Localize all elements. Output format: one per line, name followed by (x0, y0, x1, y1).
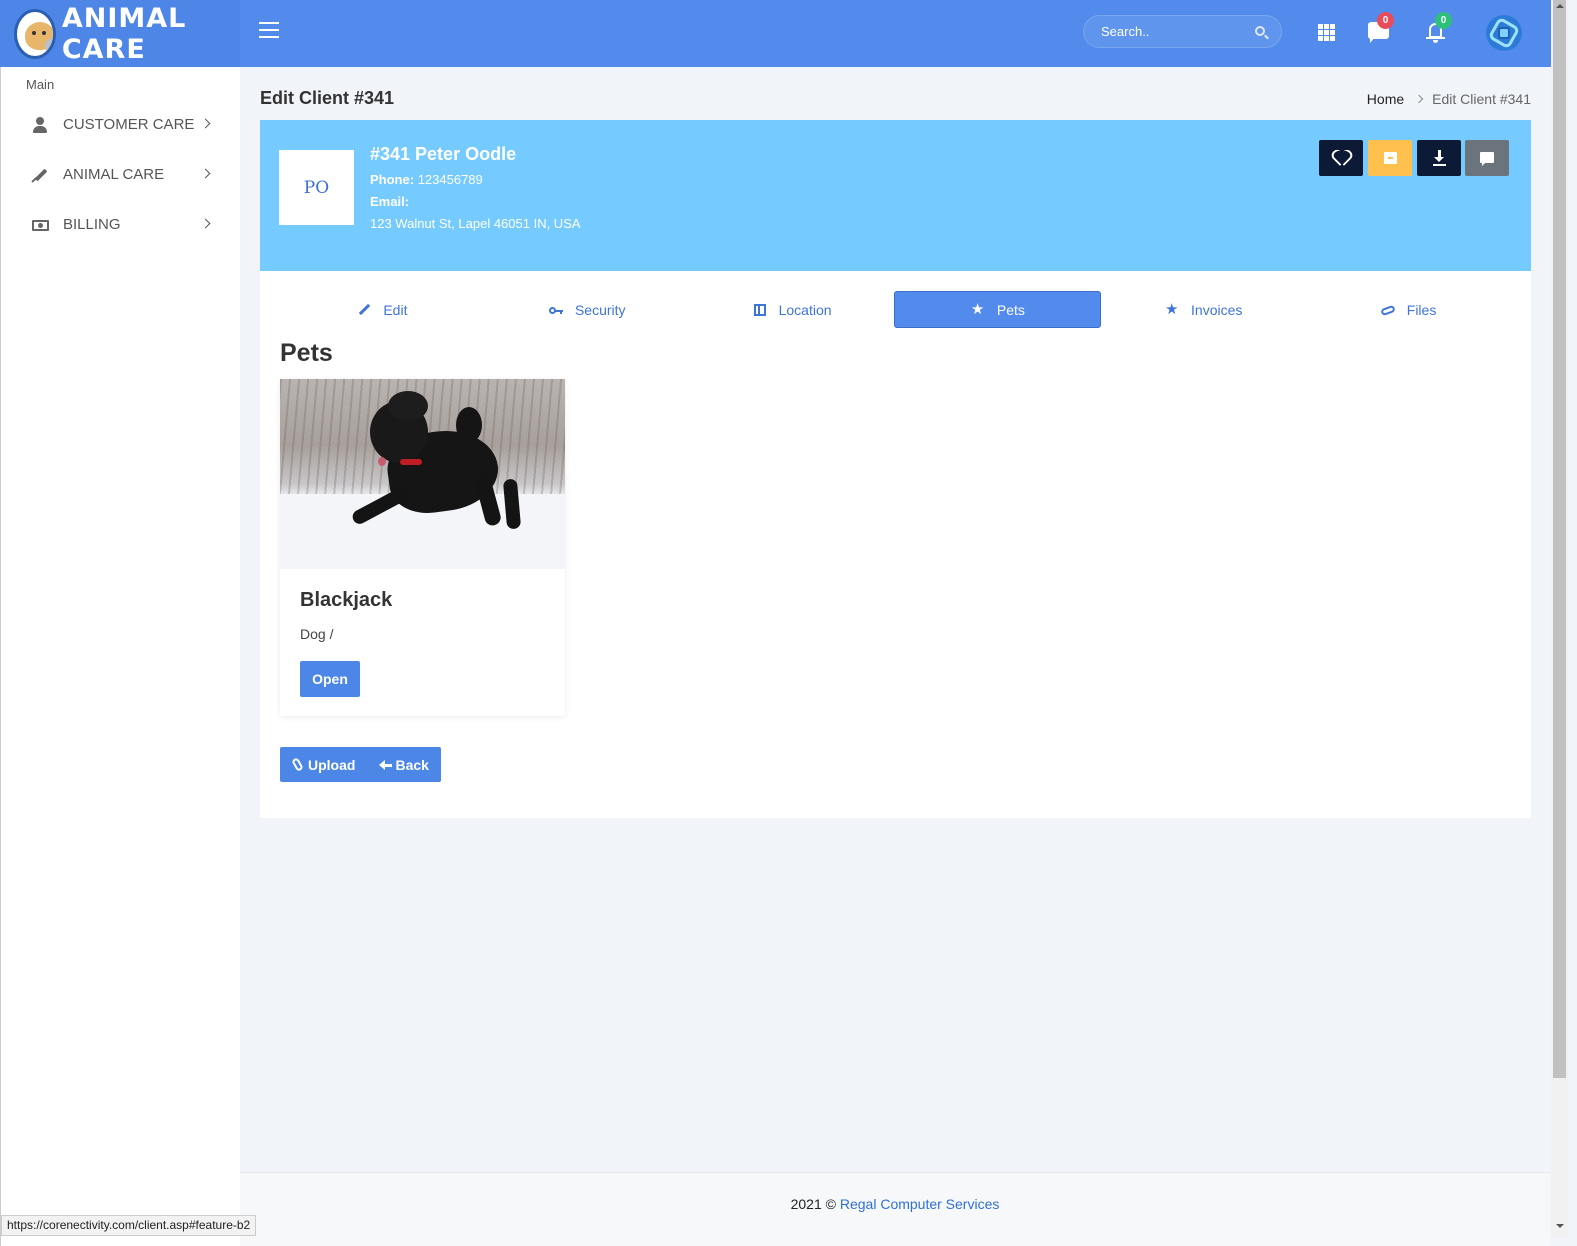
page-title: Edit Client #341 (260, 88, 395, 108)
vertical-scrollbar[interactable] (1551, 0, 1568, 1238)
key-icon (548, 303, 563, 317)
archive-button[interactable] (1368, 140, 1412, 176)
sidebar-section-label: Main (26, 77, 55, 92)
scrollbar-thumb[interactable] (1553, 0, 1566, 1078)
tab-label: Files (1406, 301, 1437, 318)
chevron-right-icon (1414, 94, 1424, 104)
apps-grid-icon[interactable] (1318, 24, 1335, 41)
client-content-card: Edit Security Location ★ Pets ★ Invoices… (260, 271, 1531, 818)
client-tabs: Edit Security Location ★ Pets ★ Invoices… (280, 291, 1511, 328)
menu-toggle-icon[interactable] (259, 22, 279, 38)
scroll-up-arrow-icon[interactable] (1556, 4, 1564, 8)
tab-edit[interactable]: Edit (280, 291, 485, 328)
tab-location[interactable]: Location (690, 291, 895, 328)
comment-button[interactable] (1465, 140, 1509, 176)
copyright-text: 2021 © (790, 1196, 840, 1212)
phone-value: 123456789 (417, 172, 483, 187)
tab-label: Security (574, 301, 626, 318)
archive-icon (1384, 152, 1397, 164)
search-input[interactable] (1084, 16, 1244, 47)
brand-logo[interactable]: ANIMAL CARE (0, 0, 240, 67)
messages-count-badge: 0 (1377, 12, 1394, 29)
pet-photo (280, 379, 565, 569)
upload-button[interactable]: Upload (280, 747, 367, 782)
paperclip-icon (291, 756, 304, 772)
client-initials-avatar: PO (279, 150, 354, 225)
tab-security[interactable]: Security (485, 291, 690, 328)
star-icon: ★ (1165, 300, 1179, 318)
sidebar-item-animal-care[interactable]: ANIMAL CARE (1, 155, 241, 195)
pet-name: Blackjack (300, 589, 393, 611)
tab-label: Pets (996, 301, 1025, 318)
arrow-left-icon (379, 758, 393, 772)
action-button-group: Upload Back (280, 747, 441, 782)
top-navbar: ANIMAL CARE 0 0 (0, 0, 1557, 67)
syringe-icon (31, 167, 48, 183)
tab-label: Location (778, 301, 832, 318)
tab-label: Invoices (1191, 301, 1243, 318)
paperclip-icon (1379, 303, 1396, 317)
sidebar-item-customer-care[interactable]: CUSTOMER CARE (1, 105, 241, 145)
search-box (1083, 15, 1282, 48)
status-bar-url: https://corenectivity.com/client.asp#fea… (1, 1215, 257, 1236)
pet-logo-icon (14, 8, 56, 59)
back-label: Back (395, 756, 429, 773)
client-address: 123 Walnut St, Lapel 46051 IN, USA (370, 216, 581, 231)
star-icon: ★ (970, 300, 985, 318)
upload-label: Upload (308, 756, 356, 773)
chevron-right-icon (200, 168, 211, 179)
chevron-right-icon (200, 218, 211, 229)
client-banner: PO #341 Peter Oodle Phone: 123456789 Ema… (260, 120, 1531, 271)
breadcrumb-current: Edit Client #341 (1432, 91, 1531, 107)
heart-icon (1333, 151, 1349, 165)
company-link[interactable]: Regal Computer Services (840, 1196, 1000, 1212)
scroll-down-arrow-icon[interactable] (1556, 1224, 1564, 1228)
client-phone: Phone: 123456789 (370, 172, 483, 187)
download-button[interactable] (1417, 140, 1461, 176)
breadcrumb: Home Edit Client #341 (1367, 91, 1531, 107)
pets-heading: Pets (280, 339, 333, 367)
sidebar: Main CUSTOMER CARE ANIMAL CARE BILLING (0, 67, 240, 1246)
pet-species: Dog / (300, 626, 334, 642)
money-icon (32, 217, 49, 233)
tab-invoices[interactable]: ★ Invoices (1101, 291, 1306, 328)
search-icon[interactable] (1255, 26, 1265, 36)
tab-label: Edit (383, 301, 408, 318)
notifications-count-badge: 0 (1435, 12, 1452, 29)
email-label: Email: (370, 194, 410, 209)
tab-pets[interactable]: ★ Pets (894, 291, 1102, 328)
sidebar-item-label: ANIMAL CARE (63, 166, 165, 183)
favorite-button[interactable] (1319, 140, 1363, 176)
open-pet-button[interactable]: Open (300, 661, 360, 697)
sidebar-item-label: CUSTOMER CARE (63, 116, 195, 133)
client-name: #341 Peter Oodle (370, 144, 517, 164)
brand-name: ANIMAL CARE (61, 2, 187, 65)
chevron-right-icon (200, 118, 211, 129)
sidebar-item-billing[interactable]: BILLING (1, 205, 241, 245)
phone-label: Phone: (370, 172, 415, 187)
footer: 2021 © Regal Computer Services (240, 1172, 1550, 1246)
pet-card: Blackjack Dog / Open (280, 379, 565, 716)
breadcrumb-home-link[interactable]: Home (1367, 91, 1404, 107)
map-icon (753, 303, 767, 317)
user-icon (32, 117, 48, 133)
pencil-icon (357, 303, 371, 317)
comment-icon (1480, 152, 1494, 166)
client-email: Email: (370, 194, 409, 209)
footer-copyright: 2021 © Regal Computer Services (240, 1196, 1550, 1212)
user-avatar[interactable] (1486, 15, 1522, 51)
tab-files[interactable]: Files (1306, 291, 1511, 328)
sidebar-item-label: BILLING (63, 216, 121, 233)
download-icon (1433, 150, 1446, 166)
back-button[interactable]: Back (367, 747, 440, 782)
